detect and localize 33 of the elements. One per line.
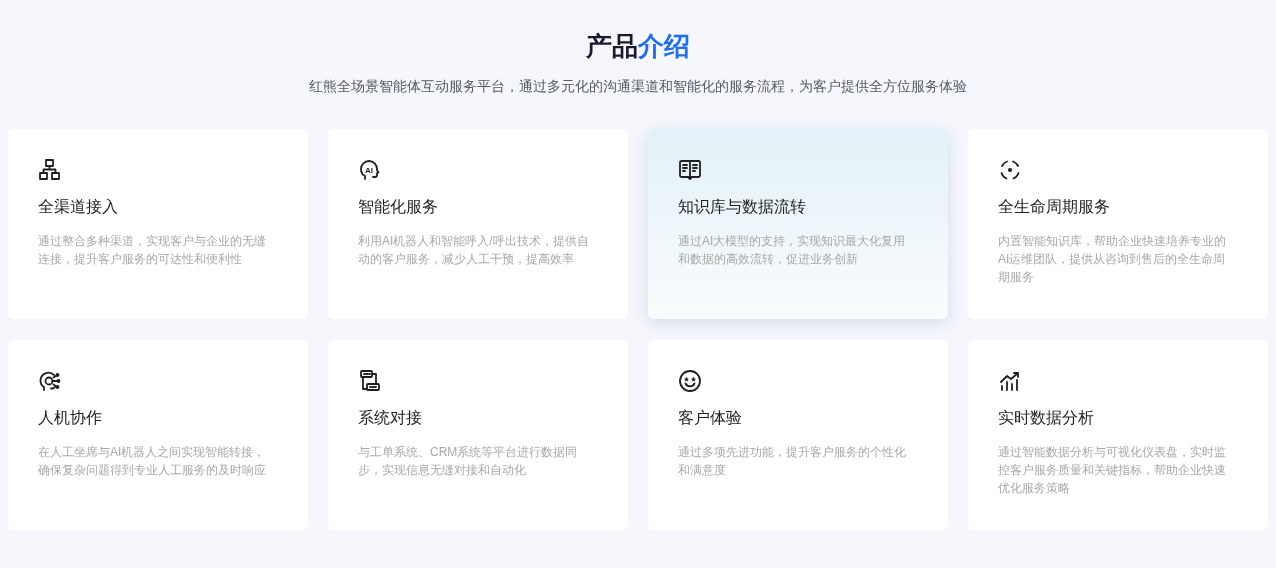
book-icon xyxy=(678,158,702,182)
linked-servers-icon xyxy=(358,369,382,393)
feature-card[interactable]: 全渠道接入 通过整合多种渠道，实现客户与企业的无缝连接，提升客户服务的可达性和便利性 xyxy=(8,129,308,319)
card-title: 智能化服务 xyxy=(358,197,439,217)
card-title: 人机协作 xyxy=(38,408,103,428)
feature-card[interactable]: 人机协作 在人工坐席与AI机器人之间实现智能转接，确保复杂问题得到专业人工服务的及时响应 xyxy=(8,340,308,530)
section-title: 产品介绍 xyxy=(586,30,690,63)
card-description: 通过多项先进功能，提升客户服务的个性化和满意度 xyxy=(678,444,907,479)
feature-card[interactable]: 系统对接 与工单系统、CRM系统等平台进行数据同步，实现信息无缝对接和自动化 xyxy=(328,340,628,530)
feature-card[interactable]: 实时数据分析 通过智能数据分析与可视化仪表盘，实时监控客户服务质量和关键指标，帮助企业快速优化服务策略 xyxy=(968,340,1268,530)
card-title: 知识库与数据流转 xyxy=(678,197,807,217)
card-title: 系统对接 xyxy=(358,408,423,428)
feature-card[interactable]: 全生命周期服务 内置智能知识库，帮助企业快速培养专业的AI运维团队，提供从咨询到售后的全生命周期服务 xyxy=(968,129,1268,319)
card-description: 通过AI大模型的支持，实现知识最大化复用和数据的高效流转，促进业务创新 xyxy=(678,233,907,268)
card-description: 利用AI机器人和智能呼入/呼出技术，提供自动的客户服务，减少人工干预，提高效率 xyxy=(358,233,590,268)
feature-card[interactable]: AI 智能化服务 利用AI机器人和智能呼入/呼出技术，提供自动的客户服务，减少人工干预，提高效率 xyxy=(328,129,628,319)
cycle-icon xyxy=(998,158,1022,182)
card-title: 全生命周期服务 xyxy=(998,197,1111,217)
card-description: 在人工坐席与AI机器人之间实现智能转接，确保复杂问题得到专业人工服务的及时响应 xyxy=(38,444,267,479)
card-description: 内置智能知识库，帮助企业快速培养专业的AI运维团队，提供从咨询到售后的全生命周期服务 xyxy=(998,233,1227,286)
human-machine-icon xyxy=(38,369,62,393)
growth-chart-icon xyxy=(998,369,1022,393)
hierarchy-icon xyxy=(38,158,62,182)
card-title: 实时数据分析 xyxy=(998,408,1095,428)
card-description: 通过整合多种渠道，实现客户与企业的无缝连接，提升客户服务的可达性和便利性 xyxy=(38,233,267,268)
card-description: 通过智能数据分析与可视化仪表盘，实时监控客户服务质量和关键指标，帮助企业快速优化服务策略 xyxy=(998,444,1227,497)
card-title: 客户体验 xyxy=(678,408,743,428)
card-description: 与工单系统、CRM系统等平台进行数据同步，实现信息无缝对接和自动化 xyxy=(358,444,579,479)
section-subtitle: 红熊全场景智能体互动服务平台，通过多元化的沟通渠道和智能化的服务流程，为客户提供全方位服务体验 xyxy=(309,77,967,96)
feature-card[interactable]: 客户体验 通过多项先进功能，提升客户服务的个性化和满意度 xyxy=(648,340,948,530)
smiley-icon xyxy=(678,369,702,393)
feature-card[interactable]: 知识库与数据流转 通过AI大模型的支持，实现知识最大化复用和数据的高效流转，促进业务创新 xyxy=(648,129,948,319)
card-title: 全渠道接入 xyxy=(38,197,119,217)
